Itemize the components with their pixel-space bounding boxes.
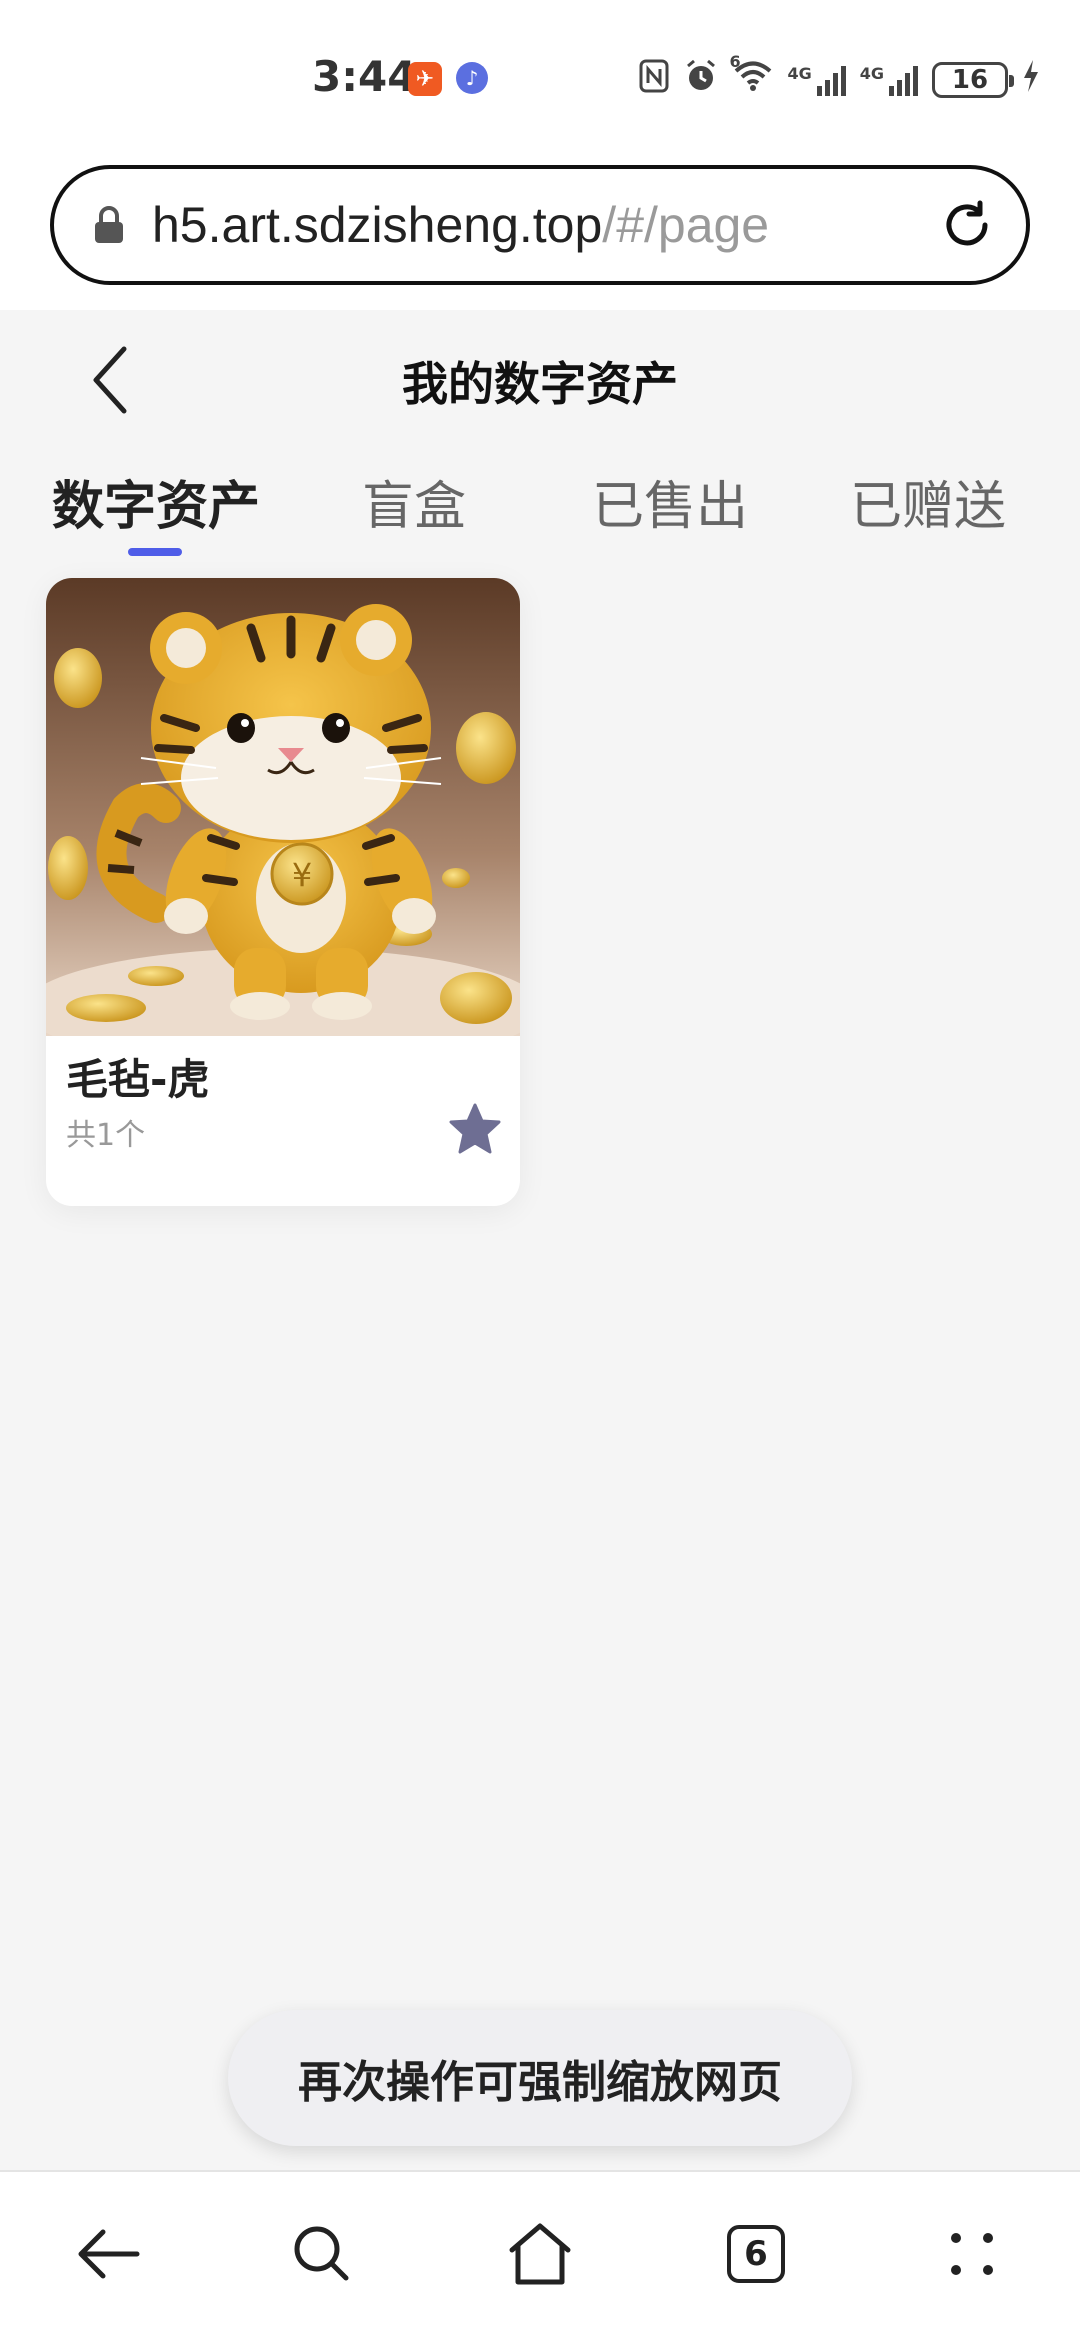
reload-icon[interactable] xyxy=(936,194,998,256)
search-icon xyxy=(294,2226,349,2281)
signal-1-icon: 4G xyxy=(787,64,846,96)
asset-tabs: 数字资产 盲盒 已售出 已赠送 xyxy=(0,450,1080,560)
app-notification-icon: ✈ xyxy=(408,62,442,96)
home-icon xyxy=(509,2223,571,2285)
toast-text: 再次操作可强制缩放网页 xyxy=(298,2057,782,2108)
battery-level: 16 xyxy=(951,65,989,95)
active-tab-indicator xyxy=(128,548,182,556)
nav-back-button[interactable] xyxy=(66,2212,150,2296)
url-path: /#/page xyxy=(602,197,770,253)
svg-text:¥: ¥ xyxy=(292,856,312,894)
more-icon xyxy=(951,2233,993,2275)
tab-digital-assets[interactable]: 数字资产 xyxy=(52,464,260,539)
url-text[interactable]: h5.art.sdzisheng.top/#/page xyxy=(152,196,916,254)
tabs-count: 6 xyxy=(744,2234,768,2274)
music-notification-icon: ♪ xyxy=(456,62,488,94)
nfc-icon xyxy=(639,59,669,101)
asset-name: 毛毡-虎 xyxy=(66,1055,210,1104)
tab-blind-box[interactable]: 盲盒 xyxy=(362,464,466,539)
status-time: 3:44 xyxy=(312,52,417,101)
zoom-toast: 再次操作可强制缩放网页 xyxy=(228,2010,852,2146)
wifi-badge: 6 xyxy=(729,52,741,71)
browser-bottom-nav: 6 xyxy=(0,2170,1080,2340)
tabs-count-icon: 6 xyxy=(727,2225,785,2283)
tab-sold[interactable]: 已售出 xyxy=(592,464,748,539)
browser-toolbar: h5.art.sdzisheng.top/#/page xyxy=(0,150,1080,310)
nav-menu-button[interactable] xyxy=(930,2212,1014,2296)
asset-image: ¥ xyxy=(46,578,520,1036)
signal-2-icon: 4G xyxy=(860,64,918,96)
wifi-icon: 6 xyxy=(729,52,773,100)
asset-card[interactable]: ¥ 毛毡-虎 共1个 xyxy=(46,578,520,1206)
page-title: 我的数字资产 xyxy=(402,357,678,411)
nav-tabs-button[interactable]: 6 xyxy=(714,2212,798,2296)
star-icon[interactable] xyxy=(448,1102,502,1156)
nav-home-button[interactable] xyxy=(498,2212,582,2296)
alarm-icon xyxy=(683,58,719,102)
status-bar: 3:44 ✈ ♪ 6 4G 4G 16 xyxy=(0,0,1080,150)
page-header: 我的数字资产 xyxy=(0,310,1080,440)
url-host: h5.art.sdzisheng.top xyxy=(152,197,603,253)
charging-icon xyxy=(1022,59,1040,101)
battery-icon: 16 xyxy=(932,62,1014,98)
nav-search-button[interactable] xyxy=(280,2212,364,2296)
tab-gifted[interactable]: 已赠送 xyxy=(850,464,1006,539)
address-bar[interactable]: h5.art.sdzisheng.top/#/page xyxy=(50,165,1030,285)
arrow-left-icon xyxy=(78,2229,140,2279)
status-icons: 6 4G 4G 16 xyxy=(639,52,1040,102)
asset-count: 共1个 xyxy=(66,1118,146,1153)
lock-icon xyxy=(95,206,123,243)
